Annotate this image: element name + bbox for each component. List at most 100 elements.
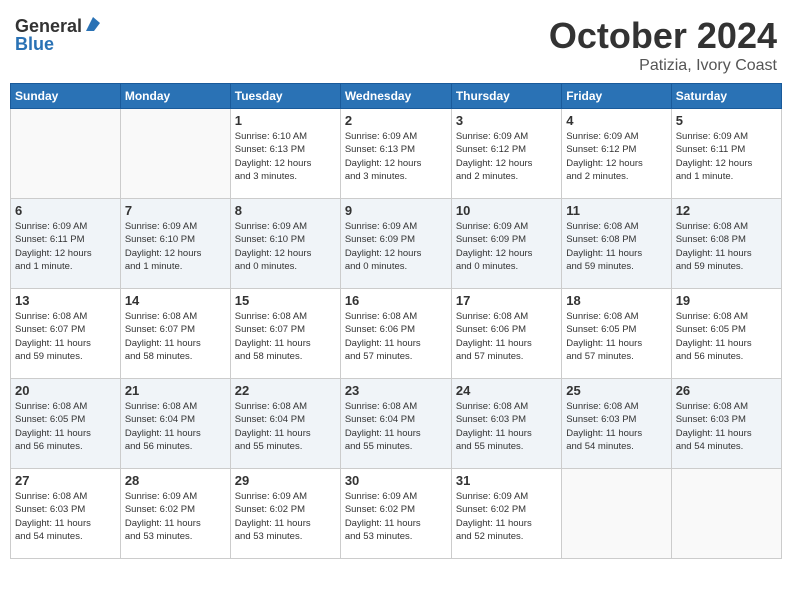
calendar-cell: 16 Sunrise: 6:08 AM Sunset: 6:06 PM Dayli… <box>340 289 451 379</box>
day-info: Sunrise: 6:08 AM Sunset: 6:05 PM Dayligh… <box>566 310 666 363</box>
column-header-wednesday: Wednesday <box>340 84 451 109</box>
day-number: 25 <box>566 383 666 398</box>
calendar-week-row: 1 Sunrise: 6:10 AM Sunset: 6:13 PM Daylig… <box>11 109 782 199</box>
day-number: 3 <box>456 113 557 128</box>
calendar-cell: 15 Sunrise: 6:08 AM Sunset: 6:07 PM Dayli… <box>230 289 340 379</box>
location-title: Patizia, Ivory Coast <box>549 57 777 75</box>
day-number: 1 <box>235 113 336 128</box>
day-info: Sunrise: 6:09 AM Sunset: 6:02 PM Dayligh… <box>125 490 226 543</box>
page-header: General Blue October 2024 Patizia, Ivory… <box>10 10 782 75</box>
day-info: Sunrise: 6:08 AM Sunset: 6:05 PM Dayligh… <box>15 400 116 453</box>
day-info: Sunrise: 6:09 AM Sunset: 6:02 PM Dayligh… <box>345 490 447 543</box>
day-info: Sunrise: 6:08 AM Sunset: 6:03 PM Dayligh… <box>676 400 777 453</box>
column-header-friday: Friday <box>562 84 671 109</box>
day-info: Sunrise: 6:08 AM Sunset: 6:03 PM Dayligh… <box>456 400 557 453</box>
day-number: 10 <box>456 203 557 218</box>
day-info: Sunrise: 6:09 AM Sunset: 6:09 PM Dayligh… <box>456 220 557 273</box>
calendar-cell: 31 Sunrise: 6:09 AM Sunset: 6:02 PM Dayli… <box>451 469 561 559</box>
day-number: 28 <box>125 473 226 488</box>
calendar-cell: 4Sunrise: 6:09 AM Sunset: 6:12 PM Daylig… <box>562 109 671 199</box>
column-header-saturday: Saturday <box>671 84 781 109</box>
calendar-cell <box>671 469 781 559</box>
calendar-cell: 5Sunrise: 6:09 AM Sunset: 6:11 PM Daylig… <box>671 109 781 199</box>
calendar-week-row: 20 Sunrise: 6:08 AM Sunset: 6:05 PM Dayli… <box>11 379 782 469</box>
calendar-cell: 23Sunrise: 6:08 AM Sunset: 6:04 PM Dayli… <box>340 379 451 469</box>
calendar-cell: 20 Sunrise: 6:08 AM Sunset: 6:05 PM Dayli… <box>11 379 121 469</box>
day-info: Sunrise: 6:08 AM Sunset: 6:08 PM Dayligh… <box>566 220 666 273</box>
calendar-cell: 22 Sunrise: 6:08 AM Sunset: 6:04 PM Dayli… <box>230 379 340 469</box>
column-header-monday: Monday <box>120 84 230 109</box>
calendar-cell: 14Sunrise: 6:08 AM Sunset: 6:07 PM Dayli… <box>120 289 230 379</box>
day-info: Sunrise: 6:09 AM Sunset: 6:11 PM Dayligh… <box>15 220 116 273</box>
day-number: 27 <box>15 473 116 488</box>
day-number: 20 <box>15 383 116 398</box>
day-info: Sunrise: 6:08 AM Sunset: 6:07 PM Dayligh… <box>235 310 336 363</box>
calendar-header-row: SundayMondayTuesdayWednesdayThursdayFrid… <box>11 84 782 109</box>
day-number: 29 <box>235 473 336 488</box>
day-number: 6 <box>15 203 116 218</box>
day-info: Sunrise: 6:09 AM Sunset: 6:02 PM Dayligh… <box>456 490 557 543</box>
logo-icon <box>84 15 102 38</box>
day-number: 13 <box>15 293 116 308</box>
day-number: 30 <box>345 473 447 488</box>
day-info: Sunrise: 6:09 AM Sunset: 6:13 PM Dayligh… <box>345 130 447 183</box>
day-info: Sunrise: 6:09 AM Sunset: 6:02 PM Dayligh… <box>235 490 336 543</box>
day-number: 26 <box>676 383 777 398</box>
calendar-cell: 13 Sunrise: 6:08 AM Sunset: 6:07 PM Dayli… <box>11 289 121 379</box>
day-info: Sunrise: 6:08 AM Sunset: 6:04 PM Dayligh… <box>235 400 336 453</box>
day-number: 18 <box>566 293 666 308</box>
day-number: 15 <box>235 293 336 308</box>
day-info: Sunrise: 6:08 AM Sunset: 6:08 PM Dayligh… <box>676 220 777 273</box>
day-info: Sunrise: 6:08 AM Sunset: 6:06 PM Dayligh… <box>456 310 557 363</box>
day-number: 17 <box>456 293 557 308</box>
day-info: Sunrise: 6:08 AM Sunset: 6:04 PM Dayligh… <box>345 400 447 453</box>
month-title: October 2024 <box>549 15 777 57</box>
title-area: October 2024 Patizia, Ivory Coast <box>549 15 777 75</box>
day-number: 4 <box>566 113 666 128</box>
calendar-cell: 9 Sunrise: 6:09 AM Sunset: 6:09 PM Daylig… <box>340 199 451 289</box>
calendar-cell: 29 Sunrise: 6:09 AM Sunset: 6:02 PM Dayli… <box>230 469 340 559</box>
day-info: Sunrise: 6:08 AM Sunset: 6:05 PM Dayligh… <box>676 310 777 363</box>
day-info: Sunrise: 6:08 AM Sunset: 6:03 PM Dayligh… <box>566 400 666 453</box>
calendar-cell: 10 Sunrise: 6:09 AM Sunset: 6:09 PM Dayli… <box>451 199 561 289</box>
day-info: Sunrise: 6:10 AM Sunset: 6:13 PM Dayligh… <box>235 130 336 183</box>
calendar-cell: 2 Sunrise: 6:09 AM Sunset: 6:13 PM Daylig… <box>340 109 451 199</box>
day-number: 19 <box>676 293 777 308</box>
calendar-cell: 7Sunrise: 6:09 AM Sunset: 6:10 PM Daylig… <box>120 199 230 289</box>
calendar-cell: 3Sunrise: 6:09 AM Sunset: 6:12 PM Daylig… <box>451 109 561 199</box>
day-number: 12 <box>676 203 777 218</box>
day-number: 11 <box>566 203 666 218</box>
day-info: Sunrise: 6:08 AM Sunset: 6:07 PM Dayligh… <box>125 310 226 363</box>
day-number: 22 <box>235 383 336 398</box>
calendar-cell <box>562 469 671 559</box>
calendar-cell: 26 Sunrise: 6:08 AM Sunset: 6:03 PM Dayli… <box>671 379 781 469</box>
logo-blue-text: Blue <box>15 34 54 55</box>
calendar-week-row: 13 Sunrise: 6:08 AM Sunset: 6:07 PM Dayli… <box>11 289 782 379</box>
day-info: Sunrise: 6:08 AM Sunset: 6:07 PM Dayligh… <box>15 310 116 363</box>
column-header-thursday: Thursday <box>451 84 561 109</box>
day-info: Sunrise: 6:09 AM Sunset: 6:09 PM Dayligh… <box>345 220 447 273</box>
calendar-week-row: 6 Sunrise: 6:09 AM Sunset: 6:11 PM Daylig… <box>11 199 782 289</box>
calendar-cell: 28 Sunrise: 6:09 AM Sunset: 6:02 PM Dayli… <box>120 469 230 559</box>
day-info: Sunrise: 6:08 AM Sunset: 6:03 PM Dayligh… <box>15 490 116 543</box>
calendar-cell: 6 Sunrise: 6:09 AM Sunset: 6:11 PM Daylig… <box>11 199 121 289</box>
day-info: Sunrise: 6:09 AM Sunset: 6:10 PM Dayligh… <box>235 220 336 273</box>
day-number: 9 <box>345 203 447 218</box>
calendar-cell: 11 Sunrise: 6:08 AM Sunset: 6:08 PM Dayli… <box>562 199 671 289</box>
calendar-cell: 25 Sunrise: 6:08 AM Sunset: 6:03 PM Dayli… <box>562 379 671 469</box>
calendar-cell: 1 Sunrise: 6:10 AM Sunset: 6:13 PM Daylig… <box>230 109 340 199</box>
calendar-week-row: 27 Sunrise: 6:08 AM Sunset: 6:03 PM Dayli… <box>11 469 782 559</box>
calendar-cell: 21Sunrise: 6:08 AM Sunset: 6:04 PM Dayli… <box>120 379 230 469</box>
day-number: 31 <box>456 473 557 488</box>
day-number: 16 <box>345 293 447 308</box>
calendar-cell: 27 Sunrise: 6:08 AM Sunset: 6:03 PM Dayli… <box>11 469 121 559</box>
day-number: 21 <box>125 383 226 398</box>
column-header-sunday: Sunday <box>11 84 121 109</box>
day-number: 5 <box>676 113 777 128</box>
calendar-cell: 30 Sunrise: 6:09 AM Sunset: 6:02 PM Dayli… <box>340 469 451 559</box>
day-info: Sunrise: 6:09 AM Sunset: 6:10 PM Dayligh… <box>125 220 226 273</box>
day-info: Sunrise: 6:08 AM Sunset: 6:06 PM Dayligh… <box>345 310 447 363</box>
day-number: 2 <box>345 113 447 128</box>
calendar-cell: 19 Sunrise: 6:08 AM Sunset: 6:05 PM Dayli… <box>671 289 781 379</box>
column-header-tuesday: Tuesday <box>230 84 340 109</box>
